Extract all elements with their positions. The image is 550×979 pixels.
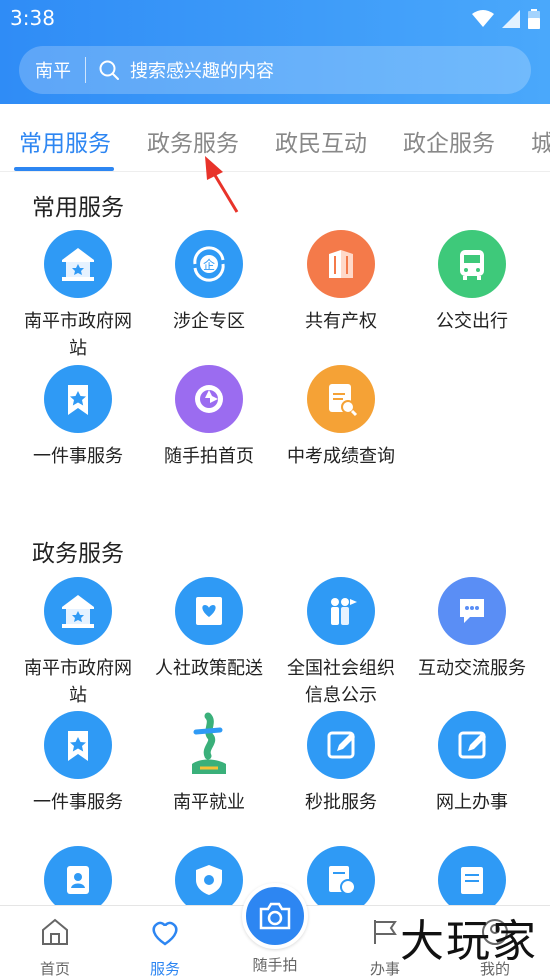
tab-common-services[interactable]: 常用服务 [19,124,111,158]
building-icon [307,230,375,298]
bus-icon [438,230,506,298]
badge-id-icon [44,846,112,914]
nav-label: 随手拍 [252,956,298,974]
home-icon [42,918,68,945]
shield-star-icon [175,846,243,914]
flag-icon [374,920,397,944]
nav-label: 服务 [149,960,180,978]
service-item-label: 共有产权 [305,311,377,332]
status-icons [472,8,540,30]
wifi-icon [472,10,494,27]
search-icon [99,60,119,80]
chat-bubble-icon [438,577,506,645]
social-security-icon [175,577,243,645]
snapshot-camera-button[interactable] [242,883,308,949]
service-item-label: 南平就业 [173,792,245,813]
watermark-text: 大玩家 [400,916,538,967]
service-item-label: 公交出行 [436,311,508,332]
service-item-badge[interactable] [12,846,144,914]
service-item-enterprise-zone[interactable]: 企 涉企专区 [143,230,275,335]
service-item-nanping-gov-site[interactable]: 南平市政府网站 [12,230,144,362]
camera-icon [259,902,291,930]
nav-services[interactable]: 服务 [110,906,220,979]
service-item-label: 一件事服务 [33,446,123,467]
government-building-icon [44,577,112,645]
service-item-label: 互动交流服务 [418,658,526,679]
city-selector[interactable]: 南平 [19,57,85,83]
search-bar[interactable]: 南平 搜索感兴趣的内容 [19,46,531,94]
service-item-one-thing-service-2[interactable]: 一件事服务 [12,711,144,816]
service-item-label: 秒批服务 [305,792,377,813]
service-item-instant-approval[interactable]: 秒批服务 [275,711,407,816]
star-bookmark-icon [44,365,112,433]
nanping-employment-logo [175,711,243,779]
section-title-government: 政务服务 [32,541,124,567]
service-item-label: 人社政策配送 [155,658,263,679]
service-item-label: 南平市政府网站 [24,311,132,359]
heart-icon [152,921,178,946]
service-item-label: 网上办事 [436,792,508,813]
nav-home[interactable]: 首页 [0,906,110,979]
service-item-label: 南平市政府网站 [24,658,132,706]
service-item-shared-property[interactable]: 共有产权 [275,230,407,335]
service-item-label: 涉企专区 [173,311,245,332]
exam-score-icon [307,365,375,433]
annotation-arrow-icon [205,156,239,213]
tab-city[interactable]: 城 [531,124,550,158]
status-time: 3:38 [10,6,55,30]
service-item-label: 全国社会组织信息公示 [287,658,395,706]
service-item-social-org-info[interactable]: 全国社会组织信息公示 [275,577,407,709]
government-building-icon [44,230,112,298]
enterprise-icon: 企 [175,230,243,298]
service-item-one-thing-service[interactable]: 一件事服务 [12,365,144,470]
service-item-interactive-exchange[interactable]: 互动交流服务 [406,577,538,682]
service-item-exam-score-query[interactable]: 中考成绩查询 [275,365,407,470]
service-item-online-affairs[interactable]: 网上办事 [406,711,538,816]
people-flag-icon [307,577,375,645]
status-bar: 3:38 [0,0,550,38]
svg-text:企: 企 [203,257,215,272]
nav-label: 首页 [39,960,70,978]
tab-active-indicator [14,167,114,171]
camera-aperture-icon [175,365,243,433]
tab-enterprise-services[interactable]: 政企服务 [403,124,495,158]
section-title-common: 常用服务 [32,195,124,221]
search-divider [85,57,86,83]
service-item-nanping-employment[interactable]: 南平就业 [143,711,275,816]
tab-citizen-interaction[interactable]: 政民互动 [275,124,367,158]
edit-form-icon [307,711,375,779]
document-clock-icon [307,846,375,914]
search-input[interactable]: 搜索感兴趣的内容 [130,57,274,83]
service-item-label: 一件事服务 [33,792,123,813]
service-item-nanping-gov-site-2[interactable]: 南平市政府网站 [12,577,144,709]
category-tabs: 常用服务 政务服务 政民互动 政企服务 城 [0,104,550,172]
signal-icon [502,10,520,28]
notebook-pen-icon [438,846,506,914]
service-item-label: 中考成绩查询 [287,446,395,467]
battery-icon [528,9,540,29]
service-item-snapshot-home[interactable]: 随手拍首页 [143,365,275,470]
edit-form-icon [438,711,506,779]
app-header: 3:38 南平 搜索感兴趣的内容 [0,0,550,104]
star-bookmark-icon [44,711,112,779]
service-item-notebook[interactable] [406,846,538,914]
service-item-label: 随手拍首页 [164,446,254,467]
service-item-social-policy-delivery[interactable]: 人社政策配送 [143,577,275,682]
service-item-bus-travel[interactable]: 公交出行 [406,230,538,335]
